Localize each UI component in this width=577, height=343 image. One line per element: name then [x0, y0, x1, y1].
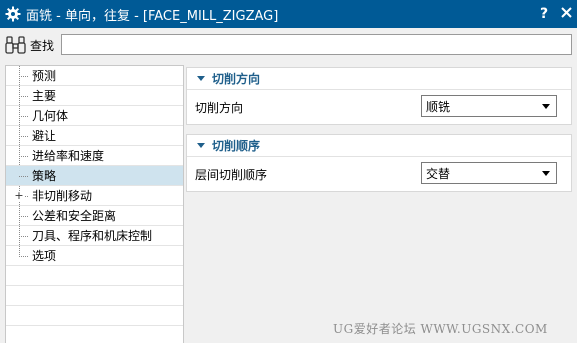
tree-item-label: 选项 — [32, 249, 57, 263]
tree-item-prediction[interactable]: 预测 — [6, 66, 183, 86]
cut-order-select[interactable]: 交替 — [421, 162, 557, 184]
tree-item-avoidance[interactable]: 避让 — [6, 126, 183, 146]
title-bar: 面铣 - 单向，往复 - [FACE_MILL_ZIGZAG] ? — [0, 0, 577, 28]
group-title: 切削顺序 — [212, 139, 261, 153]
tree-item-tolerances[interactable]: 公差和安全距离 — [6, 206, 183, 226]
close-icon — [560, 6, 572, 22]
group-cut-direction: 切削方向 切削方向 顺铣 — [186, 67, 572, 125]
cut-direction-value: 顺铣 — [426, 99, 451, 114]
cut-direction-label: 切削方向 — [195, 101, 244, 115]
tree-empty-row — [6, 286, 183, 306]
tree-item-label: 主要 — [32, 89, 57, 103]
window-title: 面铣 - 单向，往复 - [FACE_MILL_ZIGZAG] — [26, 8, 279, 24]
tree-item-label: 非切削移动 — [32, 189, 93, 203]
tree-item-tool-program-machine[interactable]: 刀具、程序和机床控制 — [6, 226, 183, 246]
collapse-caret-icon — [196, 75, 206, 82]
tree-item-label: 公差和安全距离 — [32, 209, 117, 223]
tree-item-geometry[interactable]: 几何体 — [6, 106, 183, 126]
binoculars-icon — [3, 32, 29, 58]
tree-item-non-cutting-moves[interactable]: + 非切削移动 — [6, 186, 183, 206]
tree-item-strategy[interactable]: 策略 — [6, 166, 183, 186]
tree-item-label: 避让 — [32, 129, 57, 143]
cut-order-label: 层间切削顺序 — [195, 168, 268, 182]
cut-order-value: 交替 — [426, 166, 451, 181]
group-cut-order: 切削顺序 层间切削顺序 交替 — [186, 134, 572, 192]
find-input[interactable] — [61, 34, 572, 55]
expand-plus-icon[interactable]: + — [14, 190, 24, 201]
dropdown-arrow-icon — [542, 104, 550, 109]
dropdown-arrow-icon — [542, 171, 550, 176]
tree-item-label: 进给率和速度 — [32, 149, 105, 163]
settings-panel: 切削方向 切削方向 顺铣 切削顺序 层间切削顺序 交替 — [185, 65, 572, 343]
tree-empty-row — [6, 306, 183, 326]
group-header-cut-order[interactable]: 切削顺序 — [187, 135, 571, 157]
help-button[interactable]: ? — [533, 0, 555, 28]
watermark-text: UG爱好者论坛 WWW.UGSNX.COM — [333, 322, 548, 336]
tree-item-main[interactable]: 主要 — [6, 86, 183, 106]
close-button[interactable] — [555, 0, 577, 28]
tree-empty-row — [6, 326, 183, 343]
find-label: 查找 — [30, 38, 55, 53]
tree-empty-row — [6, 266, 183, 286]
collapse-caret-icon — [196, 142, 206, 149]
tree-item-label: 刀具、程序和机床控制 — [32, 229, 153, 243]
gear-icon[interactable] — [2, 0, 24, 28]
tree-item-label: 几何体 — [32, 109, 69, 123]
group-header-cut-direction[interactable]: 切削方向 — [187, 68, 571, 90]
tree-item-options[interactable]: 选项 — [6, 246, 183, 266]
cut-direction-select[interactable]: 顺铣 — [421, 95, 557, 117]
group-title: 切削方向 — [212, 72, 261, 86]
find-bar: 查找 — [0, 28, 577, 62]
tree-item-label: 策略 — [32, 169, 57, 183]
tree-item-feeds-speeds[interactable]: 进给率和速度 — [6, 146, 183, 166]
navigation-tree: 预测 主要 几何体 避让 进给率和速度 策略 + 非切削移动 公差和安全距离 刀… — [5, 65, 184, 343]
tree-item-label: 预测 — [32, 69, 57, 83]
